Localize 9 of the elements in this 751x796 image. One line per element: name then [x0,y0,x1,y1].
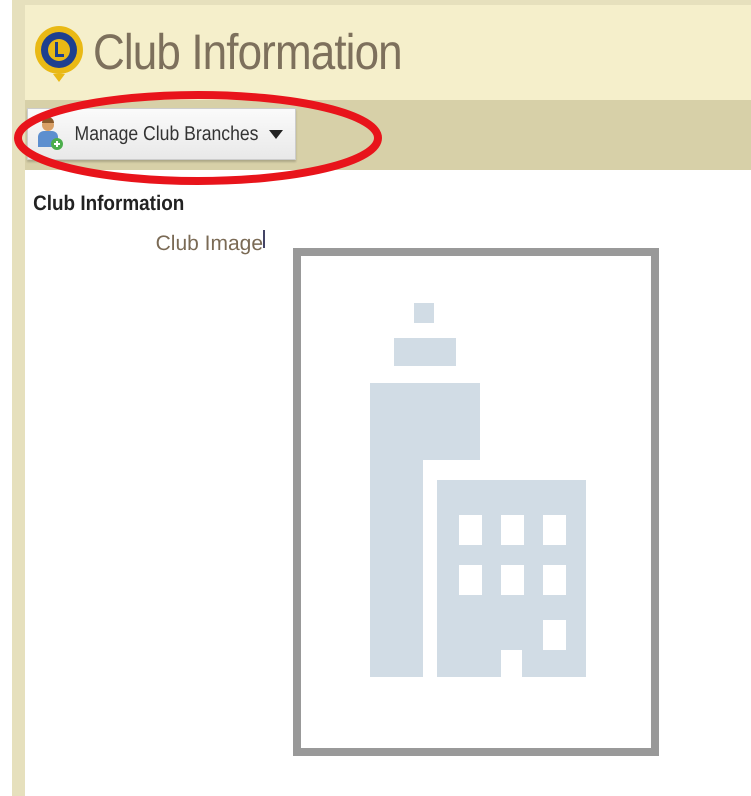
section-heading: Club Information [32,191,186,217]
text-cursor-icon [263,230,265,248]
field-label: Club Image [154,230,263,256]
page-title: Club Information [93,23,402,82]
building-icon [370,302,586,676]
caret-icon [269,130,284,138]
image-placeholder[interactable] [293,248,659,756]
user-add-icon [38,117,64,151]
manage-branches-button[interactable]: Manage Club Branches [27,108,296,160]
